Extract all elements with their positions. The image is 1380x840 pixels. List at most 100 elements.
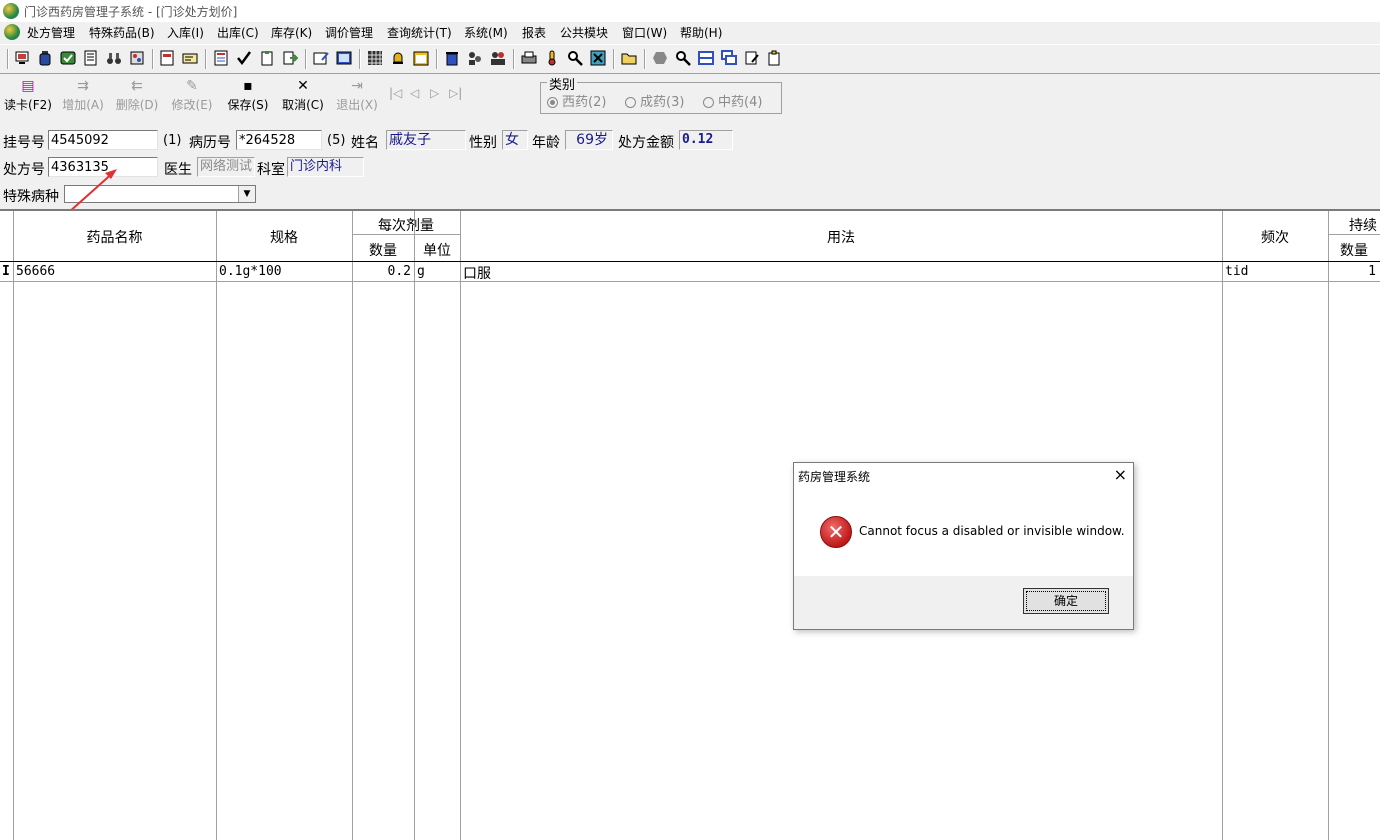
- magnifier-icon[interactable]: [567, 50, 583, 66]
- ok-button[interactable]: 确定: [1023, 588, 1109, 614]
- app-menu-icon[interactable]: [4, 24, 20, 40]
- menu-help[interactable]: 帮助(H): [680, 24, 722, 41]
- col-dose-unit[interactable]: 单位: [414, 240, 460, 260]
- prev-record-icon[interactable]: ◁: [410, 86, 419, 100]
- calendar-icon[interactable]: [413, 50, 429, 66]
- last-record-icon[interactable]: ▷|: [449, 86, 462, 100]
- thermometer-icon[interactable]: [544, 50, 560, 66]
- pills-icon[interactable]: [129, 50, 145, 66]
- card-icon[interactable]: [182, 50, 198, 66]
- trash-icon[interactable]: [444, 50, 460, 66]
- record-no-input[interactable]: *264528: [236, 130, 322, 150]
- delete-button[interactable]: ⇇ 删除(D): [114, 78, 160, 118]
- window-title: 门诊西药房管理子系统 - [门诊处方划价]: [24, 5, 238, 19]
- cell-dose-unit[interactable]: g: [417, 264, 425, 279]
- col-usage[interactable]: 用法: [460, 227, 1222, 247]
- category-patent-label: 成药(3): [640, 95, 685, 110]
- name-value: 戚友子: [386, 130, 466, 150]
- checkmark-icon[interactable]: [236, 50, 252, 66]
- menu-public-module[interactable]: 公共模块: [560, 24, 608, 41]
- edit-form-icon[interactable]: [313, 50, 329, 66]
- save-icon: ▪: [243, 78, 253, 94]
- close-box-icon[interactable]: [590, 50, 606, 66]
- close-icon[interactable]: ×: [1114, 465, 1127, 484]
- read-card-label: 读卡(F2): [4, 98, 52, 112]
- reg-no-input[interactable]: 4545092: [48, 130, 158, 150]
- cancel-button[interactable]: ✕ 取消(C): [280, 78, 326, 118]
- bell-icon[interactable]: [390, 50, 406, 66]
- hexagon-icon[interactable]: [652, 50, 668, 66]
- add-button[interactable]: ⇉ 增加(A): [60, 78, 106, 118]
- printer-icon[interactable]: [521, 50, 537, 66]
- exit-label: 退出(X): [336, 98, 378, 112]
- cell-frequency[interactable]: tid: [1225, 264, 1248, 279]
- row-indicator: I: [2, 264, 10, 279]
- radio-icon: [703, 97, 714, 108]
- prescription-grid: 药品名称 规格 每次剂量 数量 单位 用法 频次 持续 数量 I 56666 0…: [0, 209, 1380, 840]
- category-herbal-label: 中药(4): [718, 95, 763, 110]
- cell-duration-qty[interactable]: 1: [1328, 264, 1376, 279]
- dept-label: 科室: [257, 162, 285, 178]
- first-record-icon[interactable]: |◁: [389, 86, 402, 100]
- category-western-radio[interactable]: 西药(2): [547, 91, 606, 110]
- modify-icon: ✎: [186, 78, 198, 94]
- check-box-icon[interactable]: [60, 50, 76, 66]
- read-card-button[interactable]: ▤ 读卡(F2): [3, 78, 53, 118]
- clipboard-icon[interactable]: [259, 50, 275, 66]
- paste-icon[interactable]: [767, 50, 783, 66]
- menu-system[interactable]: 系统(M): [464, 24, 508, 41]
- users-icon[interactable]: [490, 50, 506, 66]
- menu-special-drugs[interactable]: 特殊药品(B): [89, 24, 155, 41]
- radio-icon: [625, 97, 636, 108]
- name-label: 姓名: [351, 135, 379, 151]
- cell-spec[interactable]: 0.1g*100: [219, 264, 282, 279]
- col-frequency[interactable]: 频次: [1222, 227, 1328, 247]
- bottle-icon[interactable]: [37, 50, 53, 66]
- binoculars-icon[interactable]: [106, 50, 122, 66]
- chevron-down-icon[interactable]: ▼: [238, 186, 255, 202]
- menu-window[interactable]: 窗口(W): [622, 24, 667, 41]
- next-record-icon[interactable]: ▷: [430, 86, 439, 100]
- card-reader-icon: ▤: [21, 78, 35, 94]
- document-stack-icon[interactable]: [83, 50, 99, 66]
- folder-open-icon[interactable]: [621, 50, 637, 66]
- image-icon[interactable]: [336, 50, 352, 66]
- cell-drug-name[interactable]: 56666: [16, 264, 55, 279]
- dept-value: 门诊内科: [287, 157, 364, 177]
- age-value: 69岁: [565, 130, 613, 150]
- category-herbal-radio[interactable]: 中药(4): [703, 91, 762, 110]
- menu-query-stats[interactable]: 查询统计(T): [387, 24, 452, 41]
- export-icon[interactable]: [282, 50, 298, 66]
- menu-reports[interactable]: 报表: [522, 24, 546, 41]
- modify-label: 修改(E): [171, 98, 213, 112]
- zoom-icon[interactable]: [675, 50, 691, 66]
- modify-button[interactable]: ✎ 修改(E): [169, 78, 215, 118]
- col-dose-group: 每次剂量: [378, 218, 434, 234]
- col-dose-qty[interactable]: 数量: [352, 240, 414, 260]
- col-duration-qty[interactable]: 数量: [1328, 240, 1380, 260]
- edit-doc-icon[interactable]: [744, 50, 760, 66]
- list-view-icon[interactable]: [698, 50, 714, 66]
- category-patent-radio[interactable]: 成药(3): [625, 91, 684, 110]
- menu-prescription[interactable]: 处方管理: [27, 24, 75, 41]
- doctor-label: 医生: [164, 162, 192, 178]
- menu-stock-out[interactable]: 出库(C): [217, 24, 259, 41]
- cascade-windows-icon[interactable]: [721, 50, 737, 66]
- menu-price-adjust[interactable]: 调价管理: [325, 24, 373, 41]
- monitor-icon[interactable]: [14, 50, 30, 66]
- cancel-icon: ✕: [297, 78, 309, 94]
- cell-usage[interactable]: 口服: [463, 263, 491, 283]
- grid-icon[interactable]: [367, 50, 383, 66]
- save-button[interactable]: ▪ 保存(S): [225, 78, 271, 118]
- menu-stock-in[interactable]: 入库(I): [167, 24, 204, 41]
- exit-button[interactable]: ⇥ 退出(X): [334, 78, 380, 118]
- prescription-icon[interactable]: [159, 50, 175, 66]
- radio-selected-icon: [547, 97, 558, 108]
- col-spec[interactable]: 规格: [216, 227, 352, 247]
- cell-dose-qty[interactable]: 0.2: [352, 264, 411, 279]
- report-icon[interactable]: [213, 50, 229, 66]
- record-no-hint: (5): [327, 133, 346, 148]
- people-search-icon[interactable]: [467, 50, 483, 66]
- menu-inventory[interactable]: 库存(K): [271, 24, 312, 41]
- col-drug-name[interactable]: 药品名称: [13, 227, 216, 247]
